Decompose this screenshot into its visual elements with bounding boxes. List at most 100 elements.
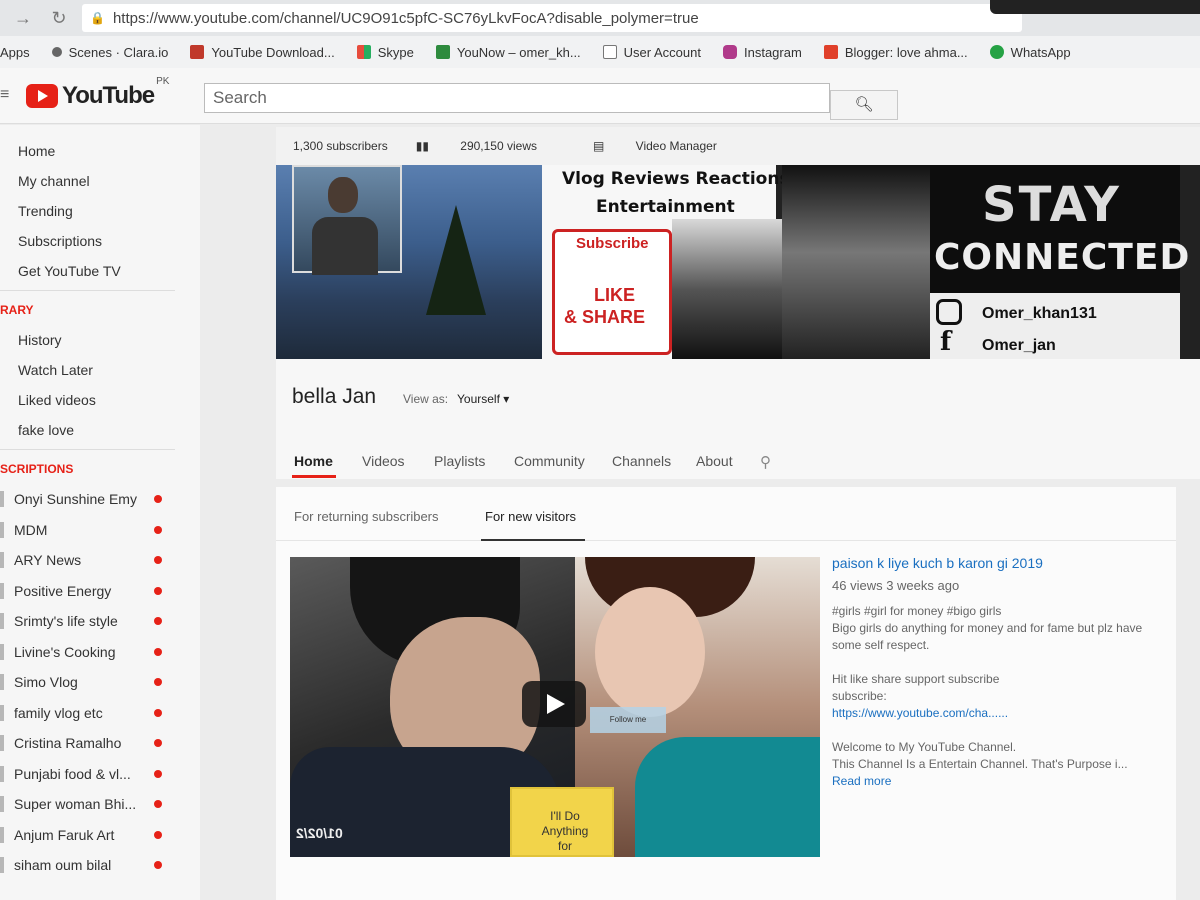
channel-home-panel: For returning subscribers For new visito…: [276, 487, 1176, 900]
bookmark-label: Blogger: love ahma...: [844, 44, 968, 60]
banner-like-text: LIKE: [594, 285, 636, 305]
banner-share-text: & SHARE: [564, 307, 646, 327]
guide-item-liked-videos[interactable]: Liked videos: [0, 385, 200, 415]
thumbnail-figure: [595, 587, 705, 717]
bookmark-label: Scenes · Clara.io: [68, 44, 169, 60]
subscription-item[interactable]: Cristina Ramalho: [0, 728, 200, 759]
banner-portrait: [782, 165, 930, 359]
bookmark-user-account[interactable]: User Account: [602, 44, 701, 60]
video-player[interactable]: Follow me I'll Do Anything for 01/02/2: [290, 557, 820, 857]
search-icon: 🔍︎: [854, 96, 874, 113]
guide-item-subscriptions[interactable]: Subscriptions: [0, 226, 200, 256]
subscription-item[interactable]: family vlog etc: [0, 698, 200, 729]
subscription-item[interactable]: Punjabi food & vl...: [0, 759, 200, 790]
subscription-label: family vlog etc: [14, 704, 103, 721]
guide-item-trending[interactable]: Trending: [0, 196, 200, 226]
guide-item-history[interactable]: History: [0, 325, 200, 355]
lock-icon: 🔒: [90, 11, 105, 25]
divider: [0, 290, 175, 291]
new-content-dot: [154, 495, 162, 503]
play-button-icon[interactable]: [522, 681, 586, 727]
instagram-handle: Omer_khan131: [982, 305, 1097, 322]
view-as-dropdown[interactable]: Yourself ▾: [457, 392, 509, 406]
bookmark-skype[interactable]: Skype: [356, 44, 414, 60]
banner-tree: [426, 205, 486, 315]
reload-icon[interactable]: ↻: [46, 8, 72, 29]
active-tab-indicator: [292, 475, 336, 478]
thumbnail-figure: [635, 737, 820, 857]
region-code: PK: [156, 76, 170, 87]
guide-item-my-channel[interactable]: My channel: [0, 166, 200, 196]
guide-item-home[interactable]: Home: [0, 136, 200, 166]
subscription-label: Positive Energy: [14, 582, 112, 599]
view-count-text: 290,150 views: [460, 139, 537, 153]
bookmark-label: User Account: [623, 44, 701, 60]
subscription-item[interactable]: Livine's Cooking: [0, 637, 200, 668]
new-content-dot: [154, 708, 162, 717]
subscription-item[interactable]: Srimty's life style: [0, 606, 200, 637]
bookmark-apps[interactable]: Apps: [0, 45, 30, 60]
subscriber-count: 1,300 subscribers: [293, 139, 388, 153]
new-content-dot: [154, 769, 162, 778]
video-description-link[interactable]: https://www.youtube.com/cha......: [832, 705, 1162, 722]
channel-tabs: Home Videos Playlists Community Channels…: [276, 445, 1200, 479]
tab-playlists[interactable]: Playlists: [434, 453, 485, 469]
tab-strip-edge: [990, 0, 1200, 14]
banner-subscribe-text: Subscribe: [576, 235, 649, 252]
tab-community[interactable]: Community: [514, 453, 585, 469]
back-arrow-icon[interactable]: →: [10, 8, 36, 29]
bookmark-younow[interactable]: YouNow – omer_kh...: [435, 45, 581, 60]
guide-sidebar: Home My channel Trending Subscriptions G…: [0, 125, 200, 900]
bar-chart-icon: ▮▮: [415, 139, 433, 153]
new-content-dot: [154, 678, 162, 686]
guide-item-playlist[interactable]: fake love: [0, 415, 200, 445]
subscription-label: ARY News: [14, 552, 82, 568]
subscription-item[interactable]: Super woman Bhi...: [0, 789, 200, 820]
subscription-item[interactable]: siham oum bilal: [0, 850, 200, 881]
video-manager-icon: ▤: [592, 139, 608, 153]
subscription-item[interactable]: Anjum Faruk Art: [0, 820, 200, 851]
bookmark-whatsapp[interactable]: WhatsApp: [989, 45, 1071, 60]
subscription-item[interactable]: MDM: [0, 515, 200, 546]
video-title[interactable]: paison k liye kuch b karon gi 2019: [832, 555, 1043, 571]
subscription-label: Anjum Faruk Art: [14, 826, 115, 843]
subscription-label: MDM: [14, 521, 48, 538]
channel-name: bella Jan: [292, 385, 377, 408]
channel-search-icon[interactable]: ⚲: [760, 453, 771, 471]
tab-about[interactable]: About: [696, 453, 733, 469]
video-manager-link[interactable]: ▤ Video Manager: [593, 139, 745, 153]
guide-item-watch-later[interactable]: Watch Later: [0, 355, 200, 385]
banner-stay-text: STAY: [982, 177, 1121, 233]
bookmark-youtube-download[interactable]: YouTube Download...: [190, 45, 335, 60]
tab-home[interactable]: Home: [294, 453, 333, 469]
bookmark-instagram[interactable]: Instagram: [723, 45, 802, 60]
subscription-item[interactable]: Positive Energy: [0, 576, 200, 607]
guide-item-youtube-tv[interactable]: Get YouTube TV: [0, 256, 200, 286]
subscription-item[interactable]: Simo Vlog: [0, 667, 200, 698]
tab-new-visitors[interactable]: For new visitors: [485, 509, 576, 524]
thumbnail-caption-text: I'll Do Anything for: [541, 809, 589, 853]
thumbnail-date-stamp: 01/02/2: [296, 825, 343, 841]
facebook-icon: f: [940, 327, 952, 357]
subscription-item[interactable]: ARY News: [0, 545, 200, 576]
bookmark-clara[interactable]: Scenes · Clara.io: [51, 44, 169, 60]
bookmark-label: Skype: [377, 44, 414, 60]
divider: [0, 449, 175, 450]
menu-icon[interactable]: ≡: [0, 86, 9, 104]
address-bar[interactable]: 🔒 https://www.youtube.com/channel/UC9O91…: [82, 4, 1022, 32]
subscription-label: Simo Vlog: [14, 674, 78, 690]
bookmark-label: Apps: [0, 44, 30, 60]
tab-returning-subscribers[interactable]: For returning subscribers: [294, 509, 439, 524]
channel-avatar: [0, 735, 4, 751]
blogger-icon: [823, 45, 838, 59]
tab-channels[interactable]: Channels: [612, 453, 671, 469]
search-input[interactable]: Search: [204, 83, 830, 113]
channel-avatar[interactable]: [292, 165, 402, 275]
video-description-line: subscribe:: [832, 689, 887, 703]
bookmark-blogger[interactable]: Blogger: love ahma...: [823, 44, 968, 60]
subscription-item[interactable]: Onyi Sunshine Emy: [0, 484, 200, 515]
search-button[interactable]: 🔍︎: [830, 90, 898, 120]
youtube-logo[interactable]: YouTube PK: [26, 76, 169, 110]
read-more-link[interactable]: Read more: [832, 773, 1162, 790]
tab-videos[interactable]: Videos: [362, 453, 405, 469]
